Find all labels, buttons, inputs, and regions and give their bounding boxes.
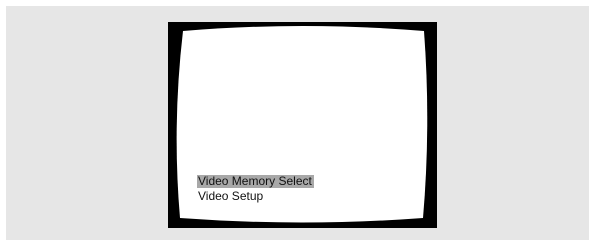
- menu-item-label: Video Setup: [198, 189, 264, 203]
- osd-menu: Video Memory Select Video Setup: [197, 172, 337, 203]
- menu-item-label: Video Memory Select: [197, 174, 314, 188]
- menu-item-video-memory-select[interactable]: Video Memory Select: [197, 172, 337, 190]
- menu-item-video-setup[interactable]: Video Setup: [197, 190, 337, 203]
